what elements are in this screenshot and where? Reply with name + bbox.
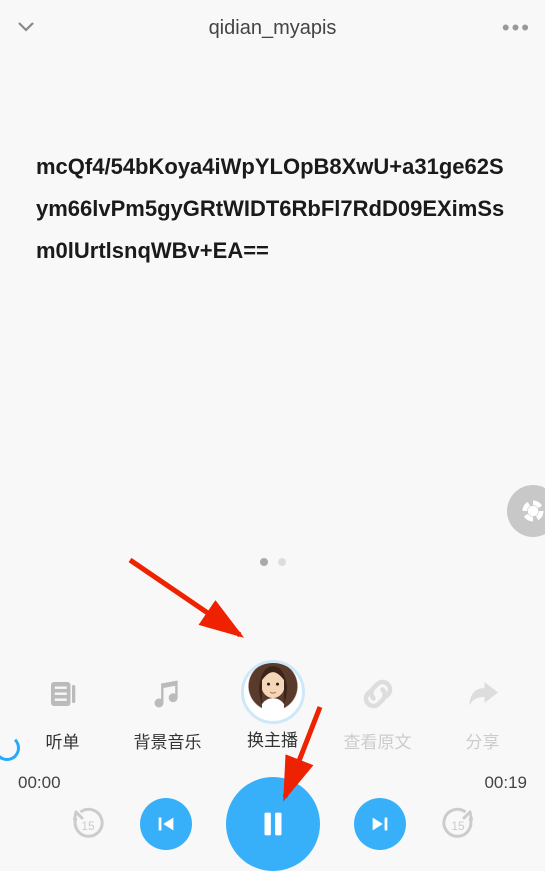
original-label: 查看原文 bbox=[344, 728, 412, 753]
avatar-icon bbox=[241, 660, 305, 724]
body-text: mcQf4/54bKoya4iWpYLOpB8XwU+a31ge62Sym66l… bbox=[0, 56, 545, 272]
player-controls: 15 15 bbox=[0, 777, 545, 871]
loading-spinner-icon bbox=[0, 735, 20, 761]
page-indicator bbox=[0, 558, 545, 566]
playlist-icon bbox=[31, 662, 95, 726]
playlist-button[interactable]: 听单 bbox=[13, 662, 113, 753]
pause-button[interactable] bbox=[226, 777, 320, 871]
tools-row: 听单 背景音乐 换主播 bbox=[0, 662, 545, 753]
annotation-arrow bbox=[125, 555, 265, 670]
playlist-label: 听单 bbox=[46, 728, 80, 753]
header: qidian_myapis ••• bbox=[0, 0, 545, 56]
link-icon bbox=[346, 662, 410, 726]
share-button: 分享 bbox=[433, 662, 533, 753]
rewind-button[interactable]: 15 bbox=[70, 806, 106, 842]
more-icon[interactable]: ••• bbox=[502, 15, 531, 41]
forward-button[interactable]: 15 bbox=[440, 806, 476, 842]
next-button[interactable] bbox=[354, 798, 406, 850]
page-title: qidian_myapis bbox=[0, 17, 545, 40]
share-icon bbox=[451, 662, 515, 726]
anchor-button[interactable]: 换主播 bbox=[223, 662, 323, 753]
anchor-label: 换主播 bbox=[247, 726, 298, 751]
prev-button[interactable] bbox=[140, 798, 192, 850]
dot-active bbox=[260, 558, 268, 566]
svg-text:15: 15 bbox=[451, 819, 465, 833]
bgm-label: 背景音乐 bbox=[134, 728, 202, 753]
svg-text:15: 15 bbox=[81, 819, 95, 833]
bgm-button[interactable]: 背景音乐 bbox=[118, 662, 218, 753]
share-label: 分享 bbox=[466, 728, 500, 753]
floating-button[interactable] bbox=[507, 485, 545, 537]
dot-inactive bbox=[278, 558, 286, 566]
original-button: 查看原文 bbox=[328, 662, 428, 753]
music-icon bbox=[136, 662, 200, 726]
close-chevron-icon[interactable] bbox=[14, 14, 38, 43]
